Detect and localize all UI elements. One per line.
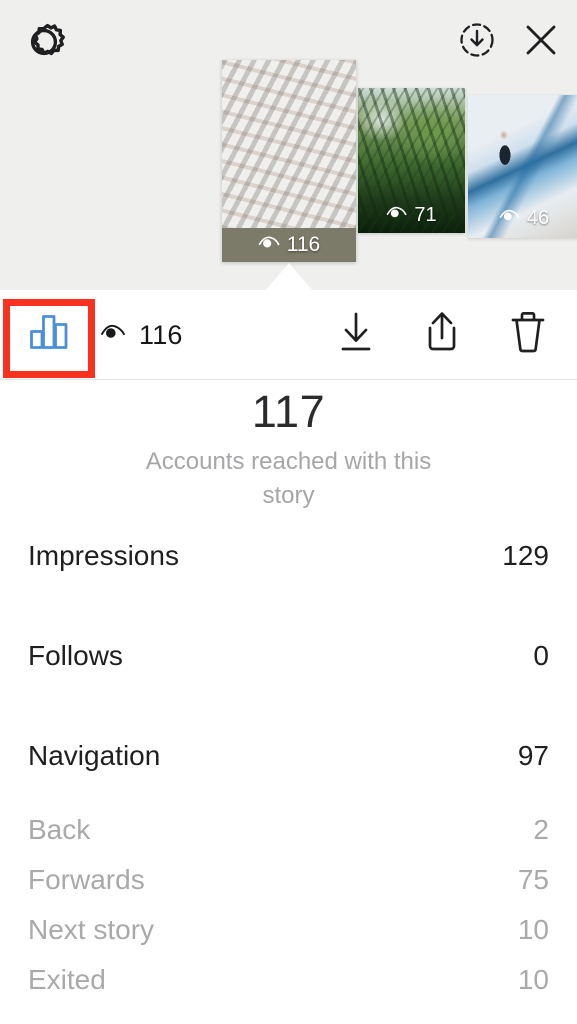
metrics-list: Impressions 129 Follows 0 Navigation 97 …: [0, 540, 577, 1014]
story-insights-screen: 116 71 46 116 117 Accounts reached with …: [0, 0, 577, 1024]
metric-label: Back: [28, 814, 91, 845]
story-header: 116 71 46: [0, 0, 577, 290]
bar-chart-icon: [27, 311, 71, 358]
metric-row-exited: Exited 10: [28, 964, 549, 1014]
tab-insights[interactable]: [18, 300, 80, 368]
accounts-reached-value: 117: [251, 386, 326, 437]
eye-icon: [258, 233, 280, 257]
metric-value: 75: [517, 864, 549, 895]
metric-label: Exited: [28, 964, 106, 995]
metric-row-forwards: Forwards 75: [28, 864, 549, 914]
metric-row-next-story: Next story 10: [28, 914, 549, 964]
story-view-count-value: 46: [526, 206, 550, 229]
story-thumbnail-strip: 116 71 46: [0, 0, 577, 270]
metric-value: 0: [533, 640, 549, 671]
metric-row-impressions: Impressions 129: [28, 540, 549, 640]
story-view-count-value: 71: [414, 203, 437, 226]
share-icon: [421, 308, 463, 361]
metric-value: 10: [517, 914, 549, 945]
metric-label: Navigation: [28, 740, 161, 771]
story-view-count: 71: [358, 197, 465, 233]
panel-caret: [265, 263, 313, 291]
eye-icon: [100, 323, 126, 347]
trash-icon: [507, 308, 549, 361]
story-thumbnail-2[interactable]: 71: [358, 88, 465, 233]
metric-value: 97: [517, 740, 549, 771]
metric-label: Impressions: [28, 540, 179, 571]
tab-selected-indicator: [26, 374, 72, 377]
metric-value: 10: [517, 964, 549, 995]
metric-row-follows: Follows 0: [28, 640, 549, 740]
story-views-value: 116: [139, 319, 183, 350]
insights-action-bar: 116: [0, 290, 577, 380]
delete-button[interactable]: [507, 308, 549, 361]
eye-icon: [499, 207, 520, 230]
story-view-count: 46: [468, 198, 577, 238]
eye-icon: [386, 204, 407, 227]
metric-label: Follows: [28, 640, 123, 671]
story-views-summary: 116: [100, 312, 183, 358]
metric-value: 129: [502, 540, 549, 571]
accounts-reached-label: Accounts reached with this story: [145, 447, 432, 509]
share-button[interactable]: [421, 308, 463, 361]
story-action-buttons: [335, 308, 549, 361]
download-icon: [335, 308, 377, 361]
story-thumbnail-3[interactable]: 46: [468, 95, 577, 238]
metric-row-back: Back 2: [28, 814, 549, 864]
metric-value: 2: [533, 814, 549, 845]
metric-row-navigation: Navigation 97: [28, 740, 549, 814]
story-thumbnail-selected[interactable]: 116: [222, 60, 356, 262]
story-view-count-value: 116: [286, 233, 321, 256]
reach-summary: 117 Accounts reached with this story: [0, 386, 577, 513]
download-button[interactable]: [335, 308, 377, 361]
metric-label: Next story: [28, 914, 155, 945]
story-view-count: 116: [222, 228, 356, 262]
metric-label: Forwards: [28, 864, 145, 895]
